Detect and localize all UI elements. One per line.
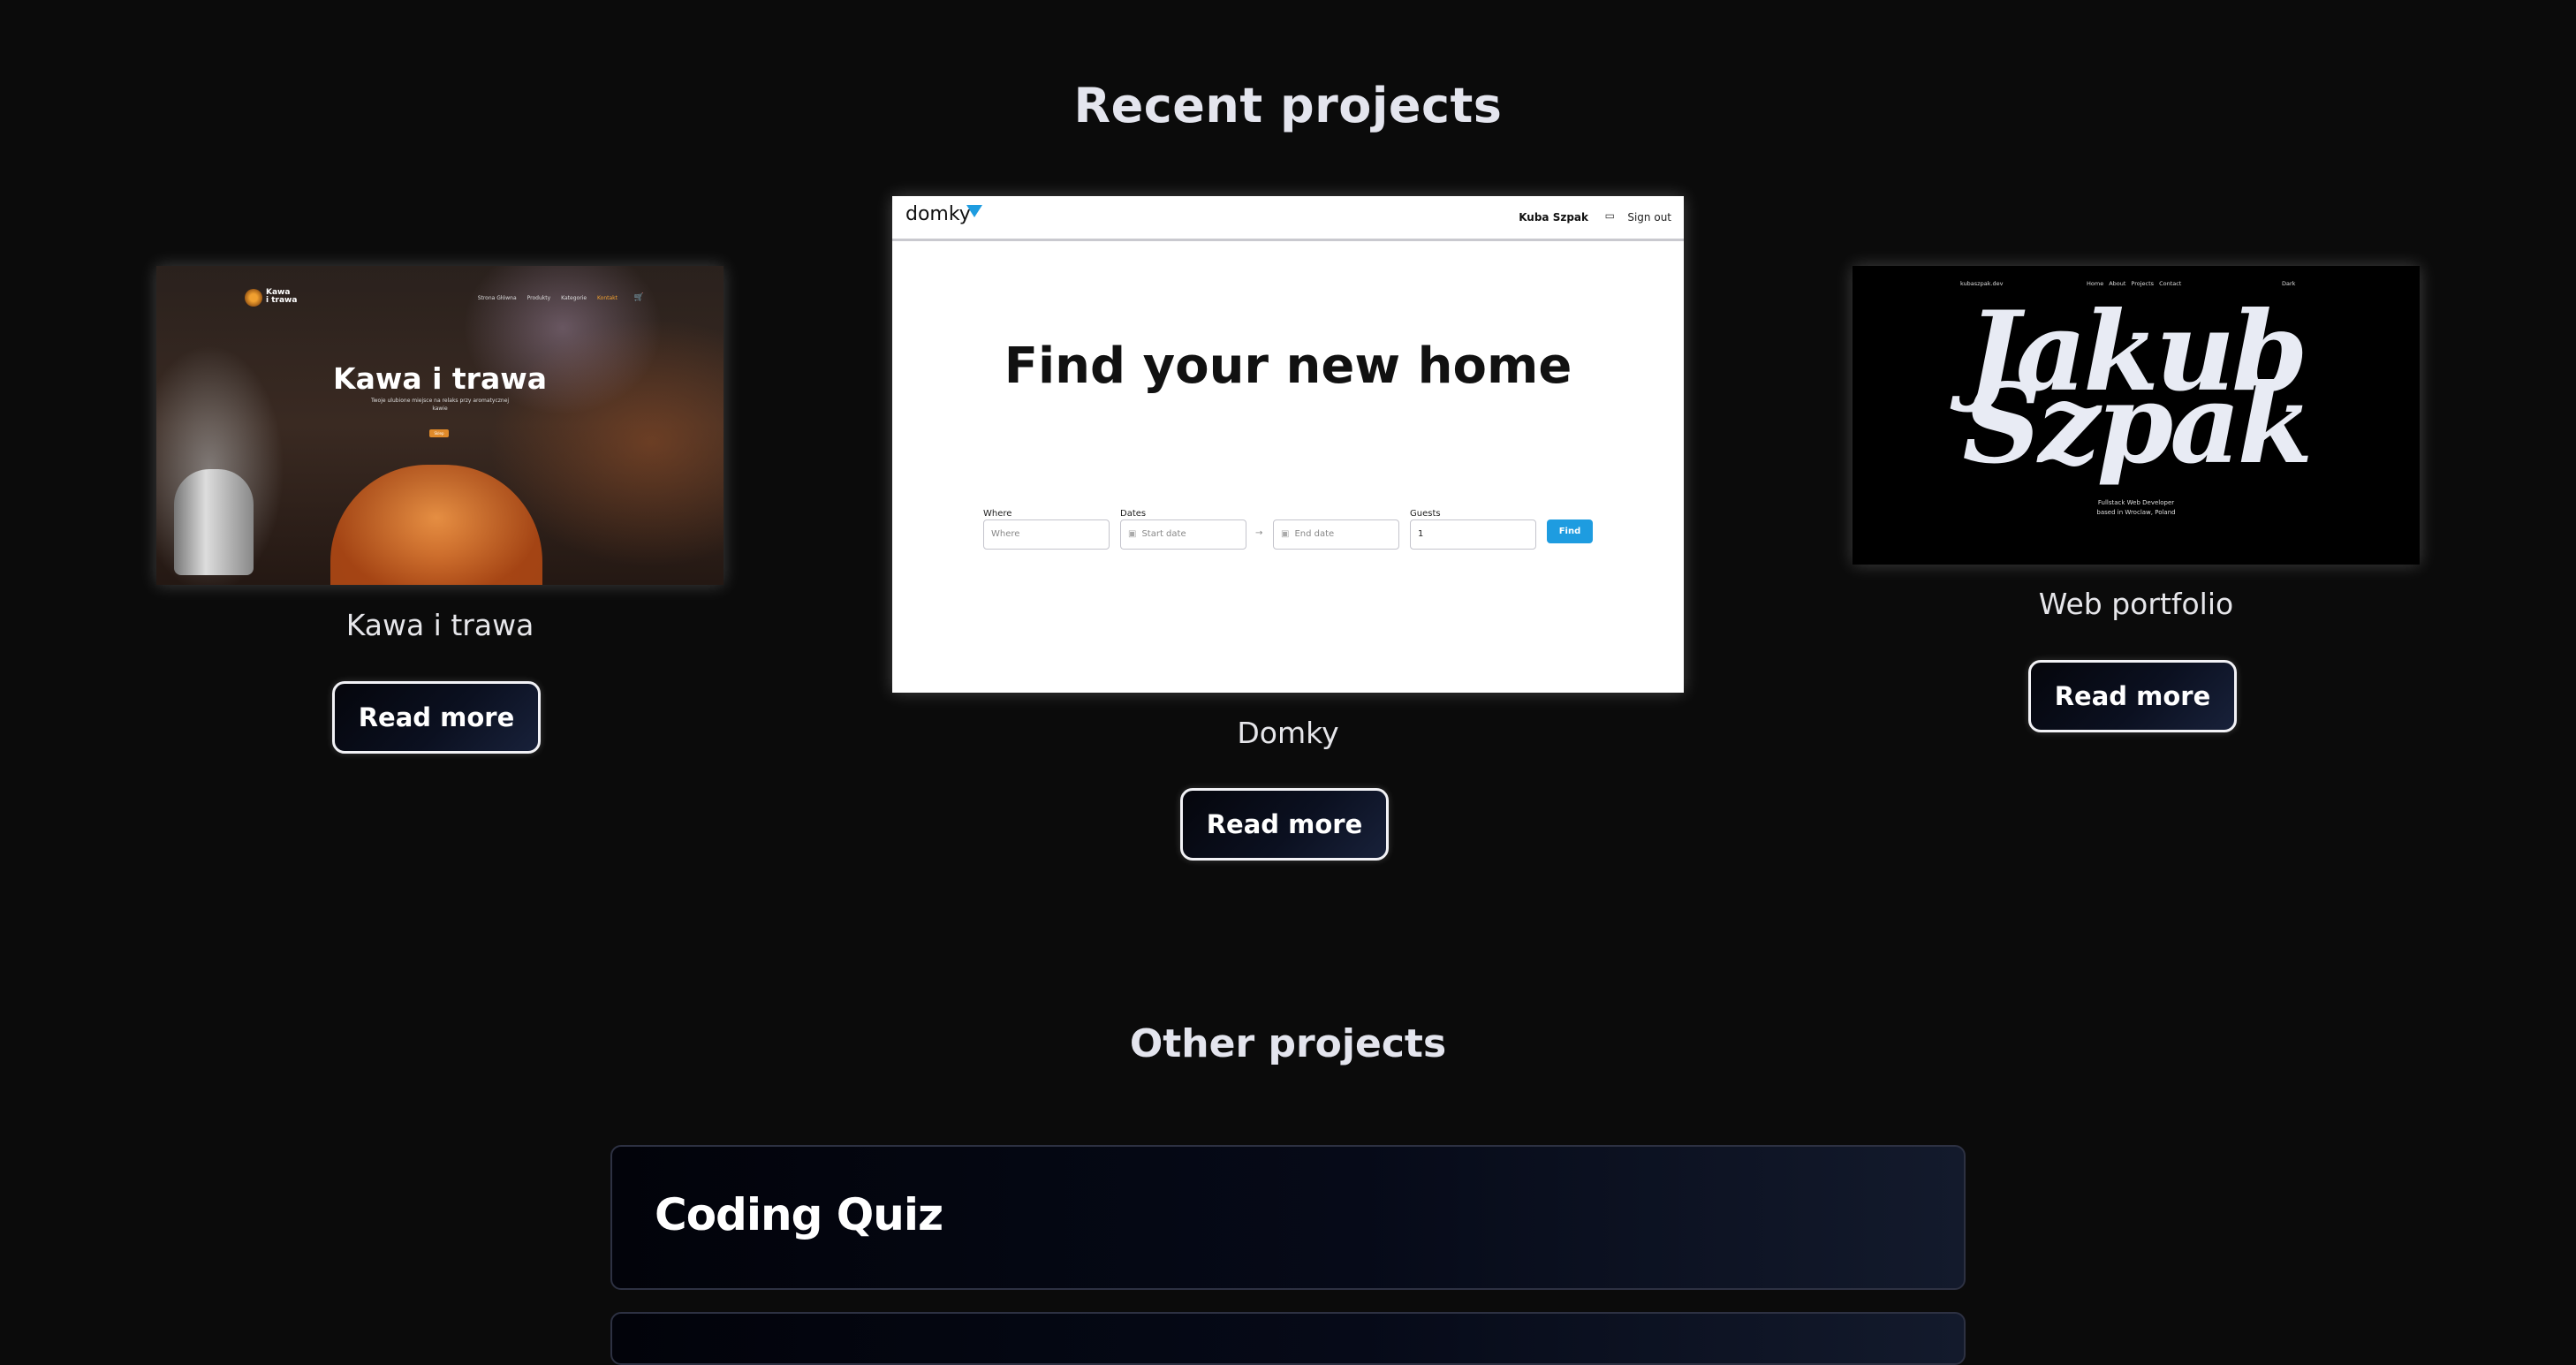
read-more-button-portfolio[interactable]: Read more (2028, 660, 2237, 732)
domky-screenshot: domky Kuba Szpak ▭ Sign out Find your ne… (892, 196, 1684, 693)
portfolio-theme-toggle: Dark (2282, 280, 2296, 287)
kawa-nav-item: Produkty (527, 295, 551, 301)
cart-icon: 🛒 (633, 293, 644, 302)
kawa-hero-title: Kawa i trawa (333, 361, 547, 396)
kawa-logo-text: Kawa i trawa (266, 288, 298, 305)
domky-find-button: Find (1547, 519, 1593, 543)
domky-start-date-field: Dates ▣ Start date (1120, 509, 1246, 550)
calendar-icon: ▣ (1281, 529, 1290, 539)
kawa-i-trawa-screenshot: Kawa i trawa Strona Główna Produkty Kate… (156, 266, 724, 585)
recent-projects-heading: Recent projects (1073, 78, 1503, 133)
project-name-portfolio: Web portfolio (2038, 587, 2234, 621)
kawa-hero-subtitle: Twoje ulubione miejsce na relaks przy ar… (370, 398, 510, 412)
web-portfolio-screenshot: kubaszpak.dev Home About Projects Contac… (1852, 266, 2420, 565)
portfolio-hero-name-line-2: Szpak (1962, 360, 2314, 489)
domky-logo: domky (905, 203, 971, 225)
domky-navbar: domky Kuba Szpak ▭ Sign out (892, 196, 1684, 241)
other-project-title: Coding Quiz (655, 1189, 943, 1240)
project-name-kawa: Kawa i trawa (345, 608, 534, 642)
chat-icon: ▭ (1604, 209, 1615, 222)
project-name-domky: Domky (1237, 716, 1339, 750)
portfolio-tagline: Fullstack Web Developer based in Wroclaw… (2096, 499, 2176, 516)
portfolio-site-name: kubaszpak.dev (1960, 280, 2004, 287)
domky-user-name: Kuba Szpak (1519, 211, 1588, 224)
domky-end-date-field: ▣ End date (1273, 519, 1399, 550)
domky-guests-field: Guests 1 (1410, 509, 1536, 550)
read-more-button-domky[interactable]: Read more (1180, 788, 1389, 861)
other-project-card[interactable] (610, 1312, 1966, 1365)
kawa-nav-links: Strona Główna Produkty Kategorie Kontakt (478, 295, 617, 301)
arrow-right-icon: → (1255, 528, 1263, 538)
kawa-nav-item: Strona Główna (477, 295, 517, 301)
kawa-navbar: Kawa i trawa Strona Główna Produkty Kate… (245, 289, 644, 310)
coffee-tamper-image (174, 469, 254, 575)
other-project-card-coding-quiz[interactable]: Coding Quiz (610, 1145, 1966, 1290)
kawa-nav-item-active: Kontakt (597, 295, 617, 301)
other-projects-heading: Other projects (1129, 1021, 1447, 1066)
kawa-hero-button: Sklep (429, 429, 449, 437)
read-more-button-kawa[interactable]: Read more (332, 681, 541, 754)
domky-headline: Find your new home (1004, 337, 1572, 395)
drink-glass-image (330, 465, 542, 585)
kawa-nav-item: Kategorie (561, 295, 587, 301)
domky-where-field: Where Where (983, 509, 1110, 550)
kawa-logo-icon (245, 289, 262, 307)
domky-sign-out: Sign out (1627, 211, 1671, 224)
calendar-icon: ▣ (1128, 529, 1137, 539)
domky-logo-triangle-icon (966, 205, 982, 217)
portfolio-nav-links: Home About Projects Contact (2087, 280, 2182, 287)
